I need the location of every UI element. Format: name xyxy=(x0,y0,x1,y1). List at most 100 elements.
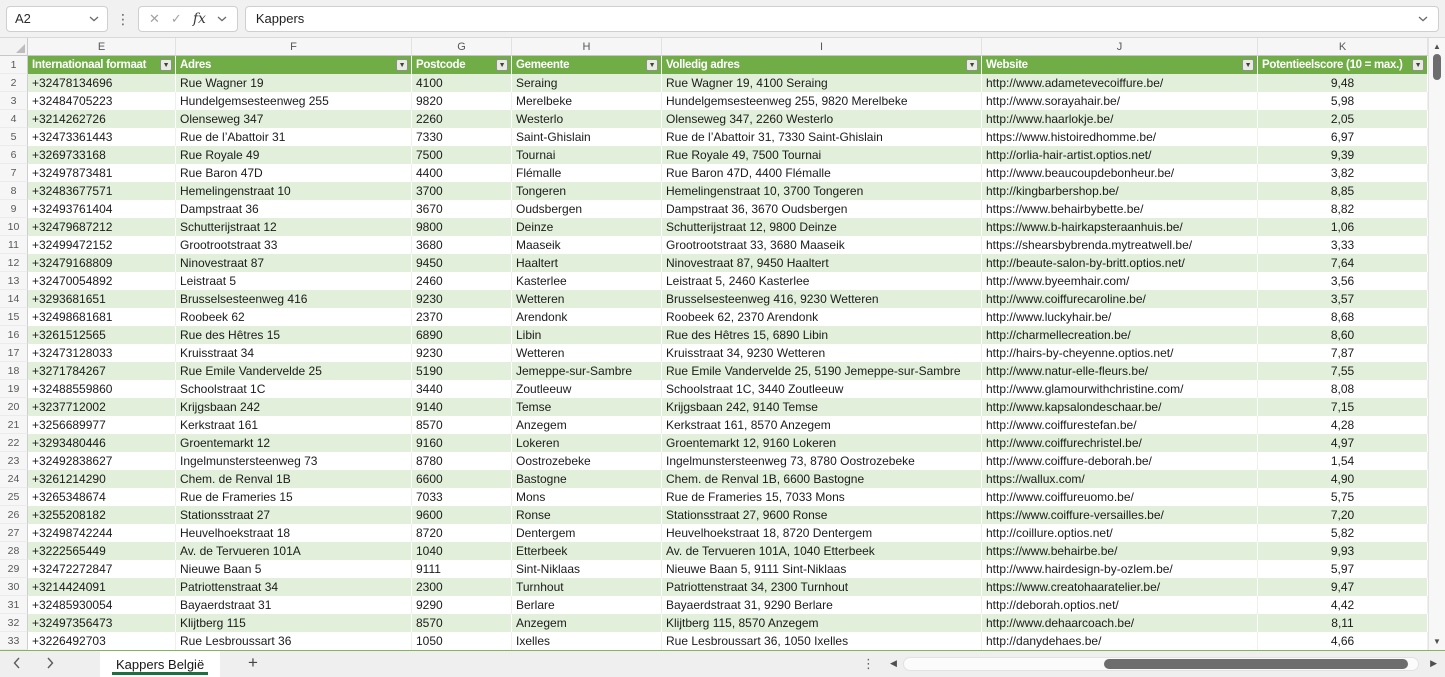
column-header-H[interactable]: H xyxy=(512,38,662,56)
grid-cell[interactable]: 5,98 xyxy=(1258,92,1428,110)
grid-cell[interactable]: +3261214290 xyxy=(28,470,176,488)
row-number[interactable]: 12 xyxy=(0,254,28,272)
insert-function-icon[interactable]: fx xyxy=(193,11,206,27)
v-scroll-thumb[interactable] xyxy=(1433,54,1441,80)
grid-cell[interactable]: 8,85 xyxy=(1258,182,1428,200)
grid-cell[interactable]: http://danydehaes.be/ xyxy=(982,632,1258,650)
row-number[interactable]: 29 xyxy=(0,560,28,578)
grid-cell[interactable]: Mons xyxy=(512,488,662,506)
grid-cell[interactable]: Ronse xyxy=(512,506,662,524)
grid-cell[interactable]: 3700 xyxy=(412,182,512,200)
header-cell-J[interactable]: Website▼ xyxy=(982,56,1258,74)
scroll-right-icon[interactable]: ▶ xyxy=(1430,658,1437,669)
row-number[interactable]: 23 xyxy=(0,452,28,470)
column-header-G[interactable]: G xyxy=(412,38,512,56)
row-number[interactable]: 18 xyxy=(0,362,28,380)
grid-cell[interactable]: 5,82 xyxy=(1258,524,1428,542)
grid-cell[interactable]: http://www.coiffurechristel.be/ xyxy=(982,434,1258,452)
grid-cell[interactable]: Brusselsesteenweg 416 xyxy=(176,290,412,308)
grid-cell[interactable]: Dentergem xyxy=(512,524,662,542)
row-number[interactable]: 8 xyxy=(0,182,28,200)
column-header-J[interactable]: J xyxy=(982,38,1258,56)
grid-cell[interactable]: http://www.natur-elle-fleurs.be/ xyxy=(982,362,1258,380)
grid-cell[interactable]: +32485930054 xyxy=(28,596,176,614)
grid-cell[interactable]: Patriottenstraat 34 xyxy=(176,578,412,596)
grid-cell[interactable]: +32472272847 xyxy=(28,560,176,578)
grid-cell[interactable]: 7,20 xyxy=(1258,506,1428,524)
filter-button[interactable]: ▼ xyxy=(396,59,408,71)
grid-cell[interactable]: http://kingbarbershop.be/ xyxy=(982,182,1258,200)
grid-cell[interactable]: Nieuwe Baan 5, 9111 Sint-Niklaas xyxy=(662,560,982,578)
horizontal-scrollbar[interactable] xyxy=(903,657,1419,671)
grid-cell[interactable]: Patriottenstraat 34, 2300 Turnhout xyxy=(662,578,982,596)
grid-cell[interactable]: http://hairs-by-cheyenne.optios.net/ xyxy=(982,344,1258,362)
row-number[interactable]: 26 xyxy=(0,506,28,524)
row-number[interactable]: 20 xyxy=(0,398,28,416)
grid-cell[interactable]: +32479168809 xyxy=(28,254,176,272)
column-header-I[interactable]: I xyxy=(662,38,982,56)
grid-cell[interactable]: Rue Emile Vandervelde 25, 5190 Jemeppe-s… xyxy=(662,362,982,380)
row-number[interactable]: 6 xyxy=(0,146,28,164)
grid-cell[interactable]: Schutterijstraat 12, 9800 Deinze xyxy=(662,218,982,236)
grid-cell[interactable]: http://deborah.optios.net/ xyxy=(982,596,1258,614)
grid-cell[interactable]: Schoolstraat 1C, 3440 Zoutleeuw xyxy=(662,380,982,398)
grid-cell[interactable]: Wetteren xyxy=(512,344,662,362)
grid-cell[interactable]: Rue Lesbroussart 36 xyxy=(176,632,412,650)
h-scroll-thumb[interactable] xyxy=(1104,659,1407,669)
grid-cell[interactable]: Etterbeek xyxy=(512,542,662,560)
row-number[interactable]: 21 xyxy=(0,416,28,434)
row-number[interactable]: 27 xyxy=(0,524,28,542)
grid-cell[interactable]: Rue Royale 49 xyxy=(176,146,412,164)
grid-cell[interactable]: http://www.kapsalondeschaar.be/ xyxy=(982,398,1258,416)
grid-cell[interactable]: Stationsstraat 27, 9600 Ronse xyxy=(662,506,982,524)
grid-cell[interactable]: Roobeek 62 xyxy=(176,308,412,326)
grid-cell[interactable]: 9820 xyxy=(412,92,512,110)
grid-cell[interactable]: Roobeek 62, 2370 Arendonk xyxy=(662,308,982,326)
grid-cell[interactable]: 9111 xyxy=(412,560,512,578)
grid-cell[interactable]: Dampstraat 36 xyxy=(176,200,412,218)
grid-cell[interactable]: +32498681681 xyxy=(28,308,176,326)
grid-cell[interactable]: Kruisstraat 34 xyxy=(176,344,412,362)
grid-cell[interactable]: 9600 xyxy=(412,506,512,524)
grid-cell[interactable]: 7500 xyxy=(412,146,512,164)
grid-cell[interactable]: Hemelingenstraat 10, 3700 Tongeren xyxy=(662,182,982,200)
formula-input[interactable]: Kappers xyxy=(245,6,1439,32)
grid-cell[interactable]: +32473361443 xyxy=(28,128,176,146)
grid-cell[interactable]: Krijgsbaan 242, 9140 Temse xyxy=(662,398,982,416)
filter-button[interactable]: ▼ xyxy=(496,59,508,71)
grid-cell[interactable]: 9,47 xyxy=(1258,578,1428,596)
grid-cell[interactable]: 3,56 xyxy=(1258,272,1428,290)
grid-cell[interactable]: +32479687212 xyxy=(28,218,176,236)
grid-cell[interactable]: http://www.luckyhair.be/ xyxy=(982,308,1258,326)
grid-cell[interactable]: Westerlo xyxy=(512,110,662,128)
expand-formula-bar-icon[interactable] xyxy=(1418,16,1428,22)
grid-cell[interactable]: Anzegem xyxy=(512,614,662,632)
grid-cell[interactable]: 2300 xyxy=(412,578,512,596)
grid-cell[interactable]: 1040 xyxy=(412,542,512,560)
grid-cell[interactable]: Schoolstraat 1C xyxy=(176,380,412,398)
grid-cell[interactable]: 8,82 xyxy=(1258,200,1428,218)
filter-button[interactable]: ▼ xyxy=(160,59,172,71)
grid-cell[interactable]: Kasterlee xyxy=(512,272,662,290)
grid-cell[interactable]: 3680 xyxy=(412,236,512,254)
grid-cell[interactable]: +32484705223 xyxy=(28,92,176,110)
grid-cell[interactable]: Rue de Frameries 15, 7033 Mons xyxy=(662,488,982,506)
grid-cell[interactable]: https://www.behairbybette.be/ xyxy=(982,200,1258,218)
row-number[interactable]: 7 xyxy=(0,164,28,182)
grid-cell[interactable]: 1050 xyxy=(412,632,512,650)
grid-cell[interactable]: Klijtberg 115 xyxy=(176,614,412,632)
grid-cell[interactable]: Sint-Niklaas xyxy=(512,560,662,578)
grid-cell[interactable]: Bayaerdstraat 31 xyxy=(176,596,412,614)
grid-cell[interactable]: Groentemarkt 12, 9160 Lokeren xyxy=(662,434,982,452)
grid-cell[interactable]: http://www.sorayahair.be/ xyxy=(982,92,1258,110)
grid-cell[interactable]: Leistraat 5 xyxy=(176,272,412,290)
grid-cell[interactable]: Krijgsbaan 242 xyxy=(176,398,412,416)
grid-cell[interactable]: 8,60 xyxy=(1258,326,1428,344)
grid-cell[interactable]: Heuvelhoekstraat 18 xyxy=(176,524,412,542)
chevron-down-icon[interactable] xyxy=(89,16,99,22)
grid-cell[interactable]: 5,97 xyxy=(1258,560,1428,578)
grid-cell[interactable]: Stationsstraat 27 xyxy=(176,506,412,524)
grid-cell[interactable]: 8720 xyxy=(412,524,512,542)
row-number[interactable]: 5 xyxy=(0,128,28,146)
grid-cell[interactable]: 7,15 xyxy=(1258,398,1428,416)
